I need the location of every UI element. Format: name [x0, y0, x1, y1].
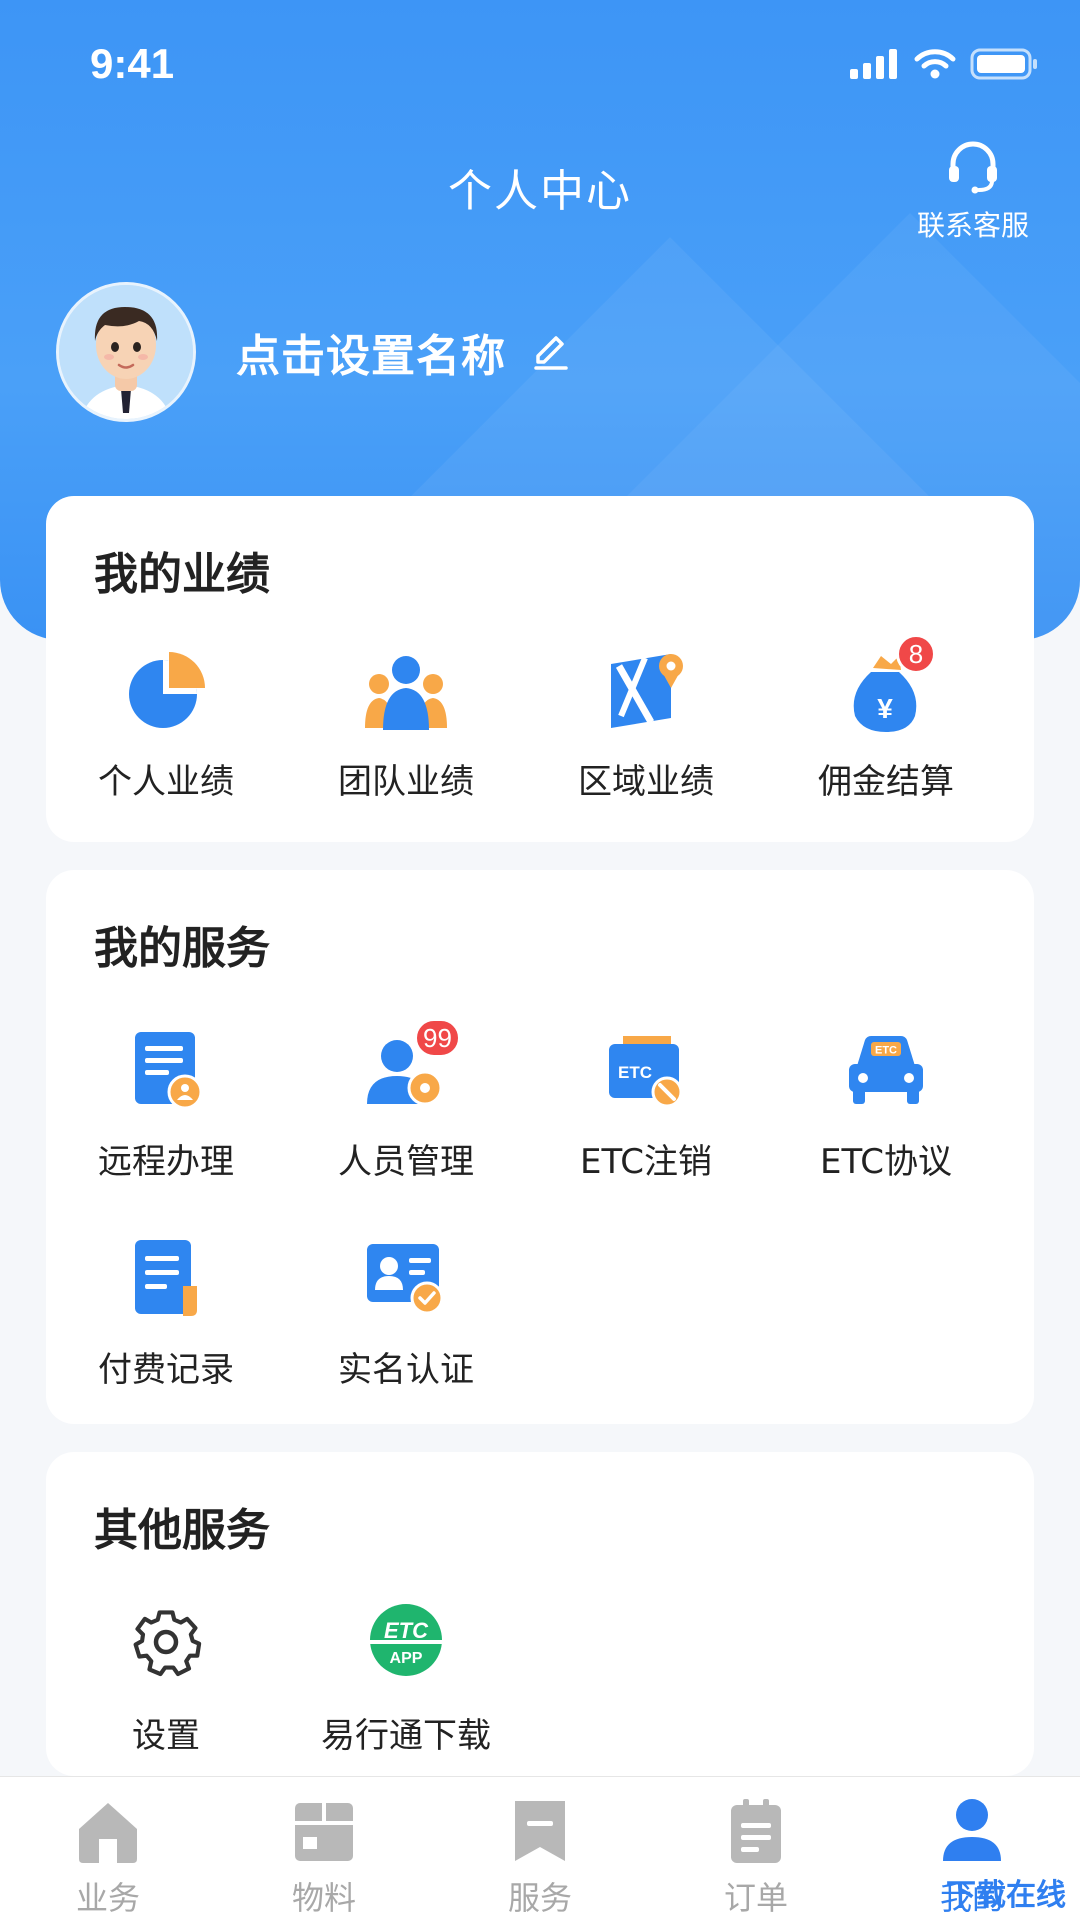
svg-text:¥: ¥ [877, 693, 893, 724]
bottom-tab-bar: 业务 物料 服务 订单 我的 [0, 1776, 1080, 1920]
services-title: 我的服务 [94, 923, 270, 974]
map-pin-icon [611, 654, 683, 728]
payment-record-item[interactable]: 付费记录 [46, 1234, 286, 1391]
avatar[interactable] [56, 282, 196, 422]
staff-badge: 99 [414, 1018, 461, 1058]
etc-app-icon-bottom-text: APP [389, 1650, 423, 1667]
customer-service-label: 联系客服 [916, 209, 1029, 242]
headset-icon [949, 141, 997, 194]
tab-materials[interactable]: 物料 [216, 1777, 432, 1920]
team-performance-item[interactable]: 团队业绩 [286, 646, 526, 803]
watermark: 下载在线 [946, 1878, 1066, 1913]
item-label: 团队业绩 [338, 762, 474, 802]
item-label: ETC注销 [580, 1142, 712, 1182]
status-icons [850, 48, 1038, 80]
etc-app-icon-top-text: ETC [384, 1618, 428, 1643]
performance-card: 我的业绩 个人业绩 团队业绩 区域业绩 ¥ 8 佣金结算 [46, 496, 1034, 842]
payment-record-icon [135, 1240, 197, 1316]
gear-icon [133, 1610, 202, 1677]
tab-orders[interactable]: 订单 [648, 1777, 864, 1920]
performance-title: 我的业绩 [94, 549, 270, 600]
real-name-verify-item[interactable]: 实名认证 [286, 1234, 526, 1391]
staff-management-item[interactable]: 99 人员管理 [286, 1018, 526, 1183]
item-label: 佣金结算 [818, 762, 954, 802]
regional-performance-item[interactable]: 区域业绩 [526, 646, 766, 803]
edit-pencil-icon[interactable] [530, 332, 570, 372]
other-services-card: 其他服务 设置 ETC APP 易行通下载 [46, 1452, 1034, 1776]
etc-agreement-item[interactable]: ETC ETC协议 [766, 1026, 1006, 1183]
profile-section: 点击设置名称 [56, 282, 570, 422]
item-label: 区域业绩 [578, 762, 714, 802]
commission-badge: 8 [896, 634, 936, 674]
tab-label: 业务 [75, 1879, 140, 1917]
item-label: 易行通下载 [321, 1716, 491, 1756]
pie-chart-icon [129, 652, 205, 728]
tab-label: 服务 [507, 1879, 572, 1917]
item-label: 付费记录 [98, 1350, 234, 1390]
clipboard-icon [731, 1799, 781, 1863]
etc-cancel-item[interactable]: ETC ETC注销 [526, 1026, 766, 1183]
svg-text:ETC: ETC [875, 1045, 897, 1057]
commission-settlement-item[interactable]: ¥ 8 佣金结算 [766, 634, 1006, 803]
battery-icon [970, 48, 1037, 80]
tab-label: 物料 [291, 1879, 356, 1917]
tab-business[interactable]: 业务 [0, 1777, 216, 1920]
status-bar: 9:41 [0, 0, 1080, 130]
bookmark-icon [515, 1801, 565, 1861]
tab-label: 订单 [723, 1879, 788, 1917]
user-icon [943, 1799, 1001, 1861]
etc-app-icon [370, 1604, 442, 1676]
services-card: 我的服务 远程办理 99 人员管理 ETC ETC注销 ETC ETC协议 付费… [46, 870, 1034, 1424]
etc-car-icon: ETC [849, 1036, 923, 1104]
avatar-image [59, 285, 193, 419]
team-icon [365, 656, 447, 730]
item-label: 实名认证 [338, 1350, 474, 1390]
cellular-signal-icon [850, 49, 897, 79]
tab-service[interactable]: 服务 [432, 1777, 648, 1920]
other-services-title: 其他服务 [94, 1505, 270, 1556]
personal-performance-item[interactable]: 个人业绩 [46, 646, 286, 803]
item-label: 个人业绩 [98, 762, 234, 802]
contact-customer-service-button[interactable]: 联系客服 [908, 140, 1038, 244]
settings-item[interactable]: 设置 [46, 1600, 286, 1757]
etc-card-cancel-icon: ETC [609, 1036, 683, 1108]
remote-document-icon [135, 1032, 203, 1110]
box-icon [295, 1803, 353, 1861]
item-label: ETC协议 [820, 1142, 952, 1182]
etc-app-download-item[interactable]: ETC APP 易行通下载 [286, 1600, 526, 1757]
item-label: 远程办理 [98, 1142, 234, 1182]
id-verify-icon [367, 1244, 444, 1315]
remote-handling-item[interactable]: 远程办理 [46, 1026, 286, 1183]
item-label: 设置 [132, 1716, 200, 1756]
svg-text:ETC: ETC [618, 1063, 652, 1082]
status-time: 9:41 [90, 40, 175, 87]
profile-name[interactable]: 点击设置名称 [236, 320, 506, 384]
item-label: 人员管理 [338, 1142, 474, 1182]
wifi-icon [914, 49, 956, 79]
home-icon [79, 1803, 137, 1863]
